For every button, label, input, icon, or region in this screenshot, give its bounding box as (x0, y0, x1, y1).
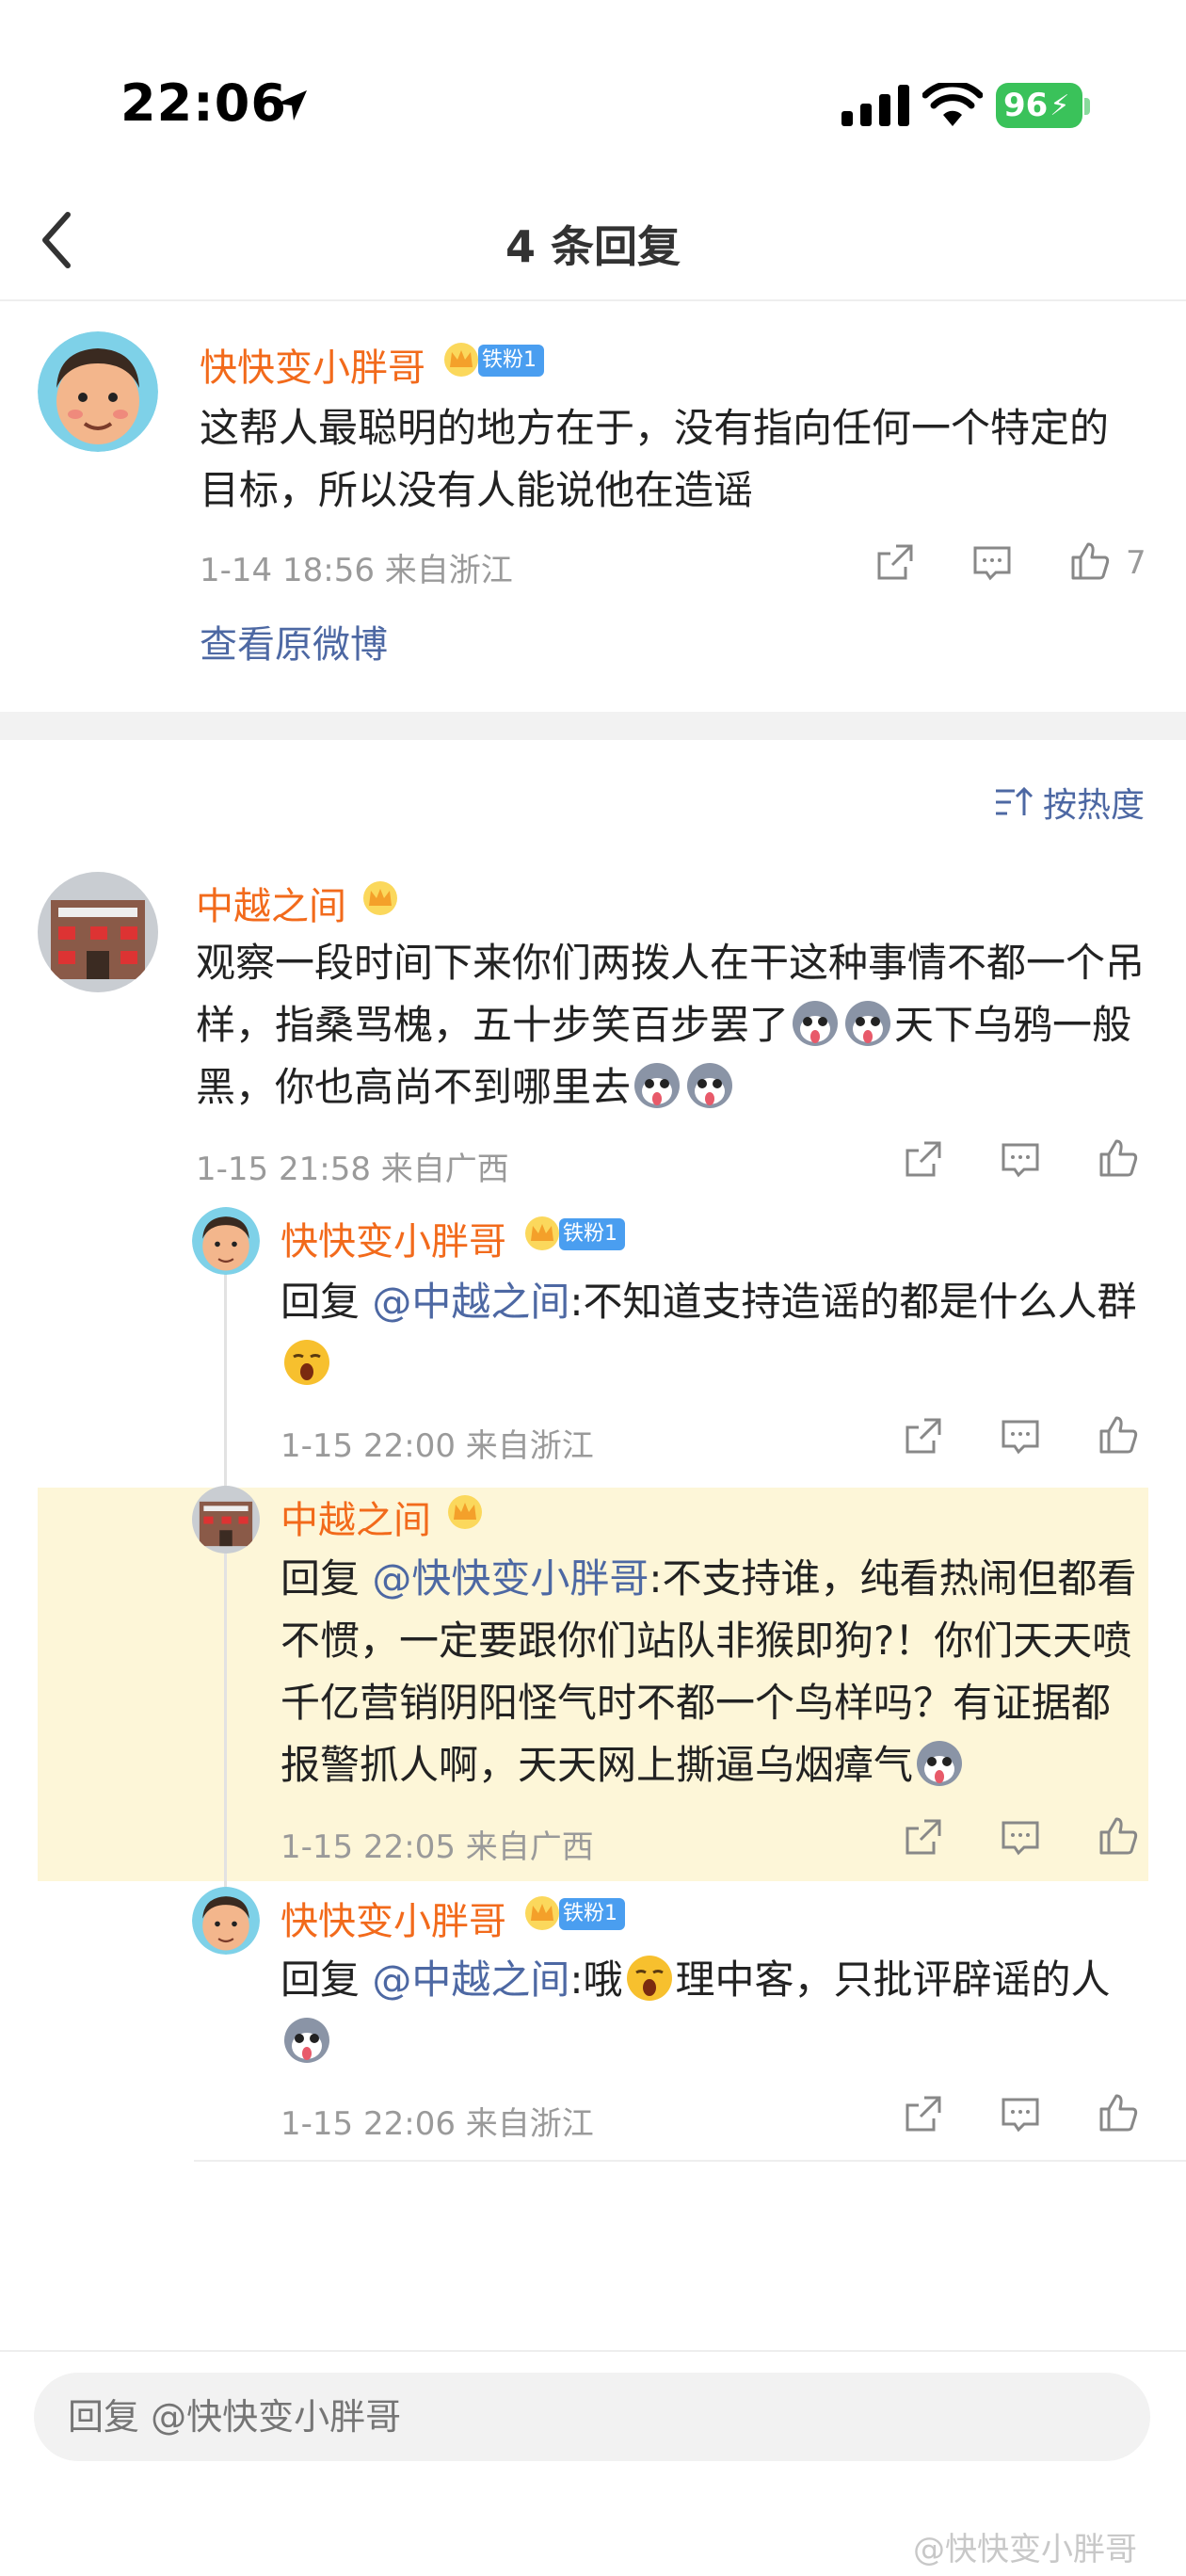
reply-meta: 1-15 22:00 来自浙江 (280, 1420, 594, 1466)
reply-text: 回复 @快快变小胖哥:不支持谁，纯看热闹但都看不惯，一定要跟你们站队非猴即狗?！… (280, 1548, 1146, 1796)
author-name[interactable]: 快快变小胖哥 (200, 337, 425, 392)
reply-text-part: :哦 (569, 1956, 623, 2003)
husky-emoji-icon (687, 1063, 733, 1108)
charging-bolt-icon: ⚡ (1050, 89, 1070, 122)
husky-emoji-icon (793, 1001, 839, 1046)
share-icon[interactable] (900, 1414, 945, 1459)
author-name[interactable]: 中越之间 (280, 1489, 431, 1544)
sort-icon (996, 786, 1034, 815)
avatar[interactable] (38, 872, 158, 992)
avatar[interactable] (192, 1207, 260, 1275)
section-divider (0, 712, 1186, 740)
author-name[interactable]: 快快变小胖哥 (280, 1891, 506, 1945)
like-icon[interactable] (1096, 1135, 1141, 1181)
author-name[interactable]: 快快变小胖哥 (280, 1211, 506, 1265)
crown-badge-icon (448, 1495, 482, 1529)
reply-prefix: 回复 (280, 1279, 361, 1325)
reply-text-part: :不知道支持造谣的都是什么人群 (569, 1279, 1137, 1325)
like-count: 7 (1126, 544, 1146, 582)
fan-badge: 铁粉1 (478, 345, 544, 377)
thread-line (224, 1273, 227, 1489)
battery-indicator: 96 ⚡ (996, 83, 1082, 128)
sort-label: 按热度 (1043, 786, 1146, 825)
comment-icon[interactable] (970, 540, 1015, 586)
avatar[interactable] (192, 1486, 260, 1554)
husky-emoji-icon (284, 2018, 329, 2063)
share-icon[interactable] (900, 1137, 945, 1183)
like-icon[interactable] (1096, 1412, 1141, 1457)
comment-text: 观察一段时间下来你们两拨人在干这种事情不都一个吊样，指桑骂槐，五十步笑百步罢了天… (196, 932, 1146, 1119)
reply-location: 来自浙江 (465, 1427, 594, 1465)
divider (194, 2160, 1186, 2162)
reply-prefix: 回复 (280, 1555, 361, 1602)
like-icon[interactable] (1096, 2090, 1141, 2135)
reply-text: 回复 @中越之间:哦 理中客，只批评辟谣的人 (280, 1949, 1146, 2073)
comment-icon[interactable] (998, 2092, 1043, 2137)
like-icon[interactable] (1067, 539, 1113, 584)
reply-meta: 1-15 22:06 来自浙江 (280, 2098, 594, 2144)
like-icon[interactable] (1096, 1813, 1141, 1859)
reply-time: 1-15 22:06 (280, 2105, 456, 2143)
reply-text: 回复 @中越之间:不知道支持造谣的都是什么人群 (280, 1271, 1146, 1395)
cellular-signal-icon (841, 85, 909, 126)
crown-badge-icon (525, 1896, 559, 1930)
share-icon[interactable] (900, 1815, 945, 1860)
crown-badge-icon (444, 343, 478, 377)
post-time: 1-14 18:56 (200, 552, 375, 589)
reply-input[interactable] (34, 2373, 1150, 2461)
share-icon[interactable] (900, 2092, 945, 2137)
comment-icon[interactable] (998, 1815, 1043, 1860)
avatar[interactable] (38, 331, 158, 452)
battery-cap (1084, 98, 1090, 115)
post-meta: 1-14 18:56 来自浙江 (200, 544, 513, 590)
author-name[interactable]: 中越之间 (196, 876, 346, 930)
husky-emoji-icon (634, 1063, 681, 1108)
yawn-emoji-icon (626, 1956, 672, 2001)
reply-prefix: 回复 (280, 1956, 361, 2003)
location-arrow-icon (277, 90, 307, 121)
mention-link[interactable]: @中越之间 (372, 1956, 569, 2003)
page-title: 4 条回复 (505, 221, 681, 272)
comment-meta: 1-15 21:58 来自广西 (196, 1143, 509, 1189)
sort-button[interactable]: 按热度 (994, 778, 1145, 827)
wifi-icon (922, 83, 983, 126)
husky-emoji-icon (845, 1001, 891, 1046)
status-bar: 22:06 96 ⚡ (0, 0, 1186, 169)
comment-icon[interactable] (998, 1414, 1043, 1459)
thread-line (224, 1548, 227, 1887)
nav-bar: 4 条回复 (0, 188, 1186, 301)
reply-meta: 1-15 22:05 来自广西 (280, 1821, 594, 1867)
mention-link[interactable]: @快快变小胖哥 (372, 1555, 649, 1602)
view-original-link[interactable]: 查看原微博 (200, 614, 388, 668)
comment-icon[interactable] (998, 1137, 1043, 1183)
avatar[interactable] (192, 1887, 260, 1955)
reply-time: 1-15 22:00 (280, 1427, 456, 1465)
post-location: 来自浙江 (384, 552, 513, 589)
reply-time: 1-15 22:05 (280, 1828, 456, 1866)
watermark: @快快变小胖哥 (913, 2531, 1137, 2568)
crown-badge-icon (363, 881, 397, 915)
yawn-emoji-icon (284, 1340, 329, 1385)
reply-text-part: 理中客，只批评辟谣的人 (675, 1956, 1111, 2003)
reply-location: 来自浙江 (465, 2105, 594, 2143)
mention-link[interactable]: @中越之间 (372, 1279, 569, 1325)
fan-badge: 铁粉1 (559, 1898, 625, 1930)
battery-level: 96 (1003, 87, 1049, 124)
crown-badge-icon (525, 1216, 559, 1250)
fan-badge: 铁粉1 (559, 1218, 625, 1250)
husky-emoji-icon (917, 1741, 963, 1786)
reply-location: 来自广西 (465, 1828, 594, 1866)
comment-location: 来自广西 (380, 1151, 509, 1188)
status-time: 22:06 (120, 73, 287, 133)
share-icon[interactable] (872, 540, 917, 586)
comment-time: 1-15 21:58 (196, 1151, 371, 1188)
post-text: 这帮人最聪明的地方在于，没有指向任何一个特定的目标，所以没有人能说他在造谣 (200, 405, 1110, 513)
